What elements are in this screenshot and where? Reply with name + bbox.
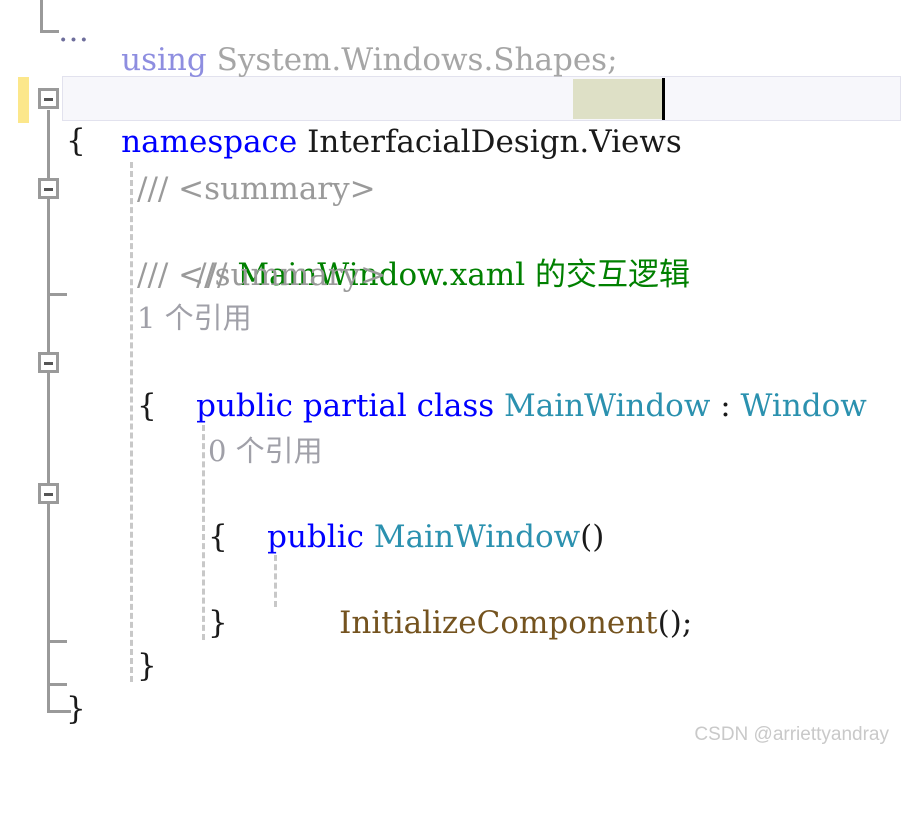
code-line[interactable]: public partial class MainWindow : Window xyxy=(0,342,907,424)
code-line[interactable]: { xyxy=(0,516,907,559)
codelens-label[interactable]: 1 个引用 xyxy=(137,297,252,340)
codelens-label[interactable]: 0 个引用 xyxy=(208,430,323,473)
code-line[interactable]: /// </summary> xyxy=(0,254,907,297)
token-keyword: using xyxy=(121,42,217,78)
code-line[interactable]: /// <summary> xyxy=(0,168,907,211)
token-doc-comment: /// </summary> xyxy=(137,257,387,293)
token-namespace-path: System.Windows.Shapes; xyxy=(216,42,618,78)
code-line[interactable]: InitializeComponent(); xyxy=(0,559,907,641)
code-line[interactable]: /// MainWindow.xaml 的交互逻辑 xyxy=(0,211,907,293)
code-line[interactable]: using System.Windows.Shapes; xyxy=(0,0,907,78)
token-doc-comment: /// <summary> xyxy=(137,171,376,207)
token-brace: { xyxy=(66,123,86,159)
token-brace: { xyxy=(208,519,228,555)
code-line[interactable]: public MainWindow() xyxy=(0,473,907,555)
code-line[interactable]: { xyxy=(0,120,907,163)
codelens-reference-count[interactable]: 1 个引用 xyxy=(0,297,907,340)
token-brace: } xyxy=(208,605,228,641)
code-line[interactable]: } xyxy=(0,602,907,645)
code-line[interactable]: namespace InterfacialDesign.Views xyxy=(0,78,907,160)
code-editor[interactable]: … using System.Windows.Shapes; namespace… xyxy=(0,0,907,760)
token-brace: } xyxy=(66,691,86,727)
code-line[interactable]: } xyxy=(0,645,907,688)
watermark-text: CSDN @arriettyandray xyxy=(694,724,889,745)
token-brace: { xyxy=(137,388,157,424)
code-line[interactable]: { xyxy=(0,385,907,428)
token-brace: } xyxy=(137,648,157,684)
codelens-reference-count[interactable]: 0 个引用 xyxy=(0,430,907,473)
